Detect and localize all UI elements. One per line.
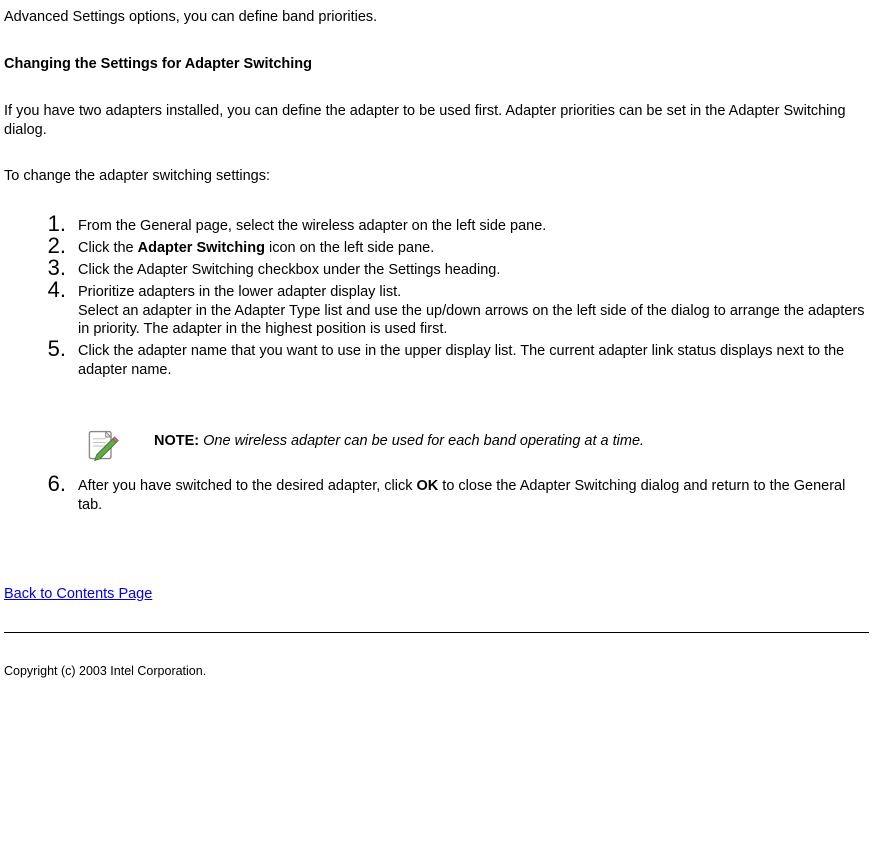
lead-in-paragraph: To change the adapter switching settings…	[4, 167, 869, 186]
section-heading: Changing the Settings for Adapter Switch…	[4, 55, 869, 74]
list-number: 2.	[32, 236, 78, 256]
list-text: From the General page, select the wirele…	[78, 214, 869, 236]
back-link-paragraph: Back to Contents Page	[4, 585, 869, 604]
text-line: Select an adapter in the Adapter Type li…	[78, 302, 869, 340]
note-body: One wireless adapter can be used for eac…	[203, 433, 644, 449]
steps-list: 1. From the General page, select the wir…	[4, 214, 869, 514]
text-span: Click the	[78, 240, 138, 256]
description-paragraph: If you have two adapters installed, you …	[4, 102, 869, 140]
note-block: NOTE: One wireless adapter can be used f…	[84, 428, 869, 464]
note-text: NOTE: One wireless adapter can be used f…	[154, 428, 644, 451]
list-text: Prioritize adapters in the lower adapter…	[78, 280, 869, 340]
list-number: 1.	[32, 214, 78, 234]
list-item: 6. After you have switched to the desire…	[4, 474, 869, 515]
list-item: 1. From the General page, select the wir…	[4, 214, 869, 236]
intro-fragment: Advanced Settings options, you can defin…	[4, 8, 869, 27]
note-icon	[84, 428, 120, 464]
list-text: Click the Adapter Switching checkbox und…	[78, 258, 869, 280]
list-item: 3. Click the Adapter Switching checkbox …	[4, 258, 869, 280]
list-number: 4.	[32, 280, 78, 300]
bold-text: Adapter Switching	[138, 240, 265, 256]
list-text: After you have switched to the desired a…	[78, 474, 869, 515]
list-number: 5.	[32, 339, 78, 359]
list-item: 2. Click the Adapter Switching icon on t…	[4, 236, 869, 258]
text-span: After you have switched to the desired a…	[78, 478, 417, 494]
back-to-contents-link[interactable]: Back to Contents Page	[4, 586, 152, 602]
list-number: 6.	[32, 474, 78, 494]
list-text: Click the adapter name that you want to …	[78, 339, 869, 380]
bold-text: OK	[417, 478, 439, 494]
horizontal-rule	[4, 632, 869, 633]
list-item: 5. Click the adapter name that you want …	[4, 339, 869, 380]
note-label: NOTE:	[154, 433, 199, 449]
list-text: Click the Adapter Switching icon on the …	[78, 236, 869, 258]
copyright-text: Copyright (c) 2003 Intel Corporation.	[4, 663, 869, 679]
text-span: icon on the left side pane.	[265, 240, 434, 256]
text-line: Prioritize adapters in the lower adapter…	[78, 283, 869, 302]
list-item: 4. Prioritize adapters in the lower adap…	[4, 280, 869, 340]
list-number: 3.	[32, 258, 78, 278]
